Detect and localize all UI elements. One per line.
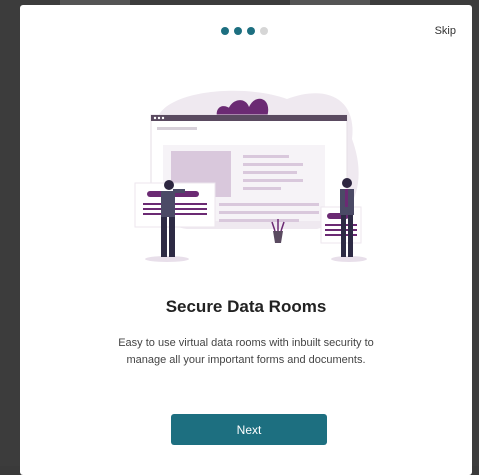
page-description: Easy to use virtual data rooms with inbu… (118, 337, 374, 366)
secure-data-rooms-illustration (134, 90, 367, 262)
skip-button[interactable]: Skip (435, 25, 456, 37)
next-button[interactable]: Next (171, 414, 327, 445)
step-dot-2[interactable] (234, 27, 242, 35)
step-dot-1[interactable] (221, 27, 229, 35)
onboarding-modal: Skip Secure Data Rooms Easy to use virtu… (20, 5, 472, 475)
page-title: Secure Data Rooms (165, 297, 327, 316)
step-dot-4[interactable] (260, 27, 268, 35)
step-dot-3[interactable] (247, 27, 255, 35)
step-indicator (221, 27, 268, 35)
